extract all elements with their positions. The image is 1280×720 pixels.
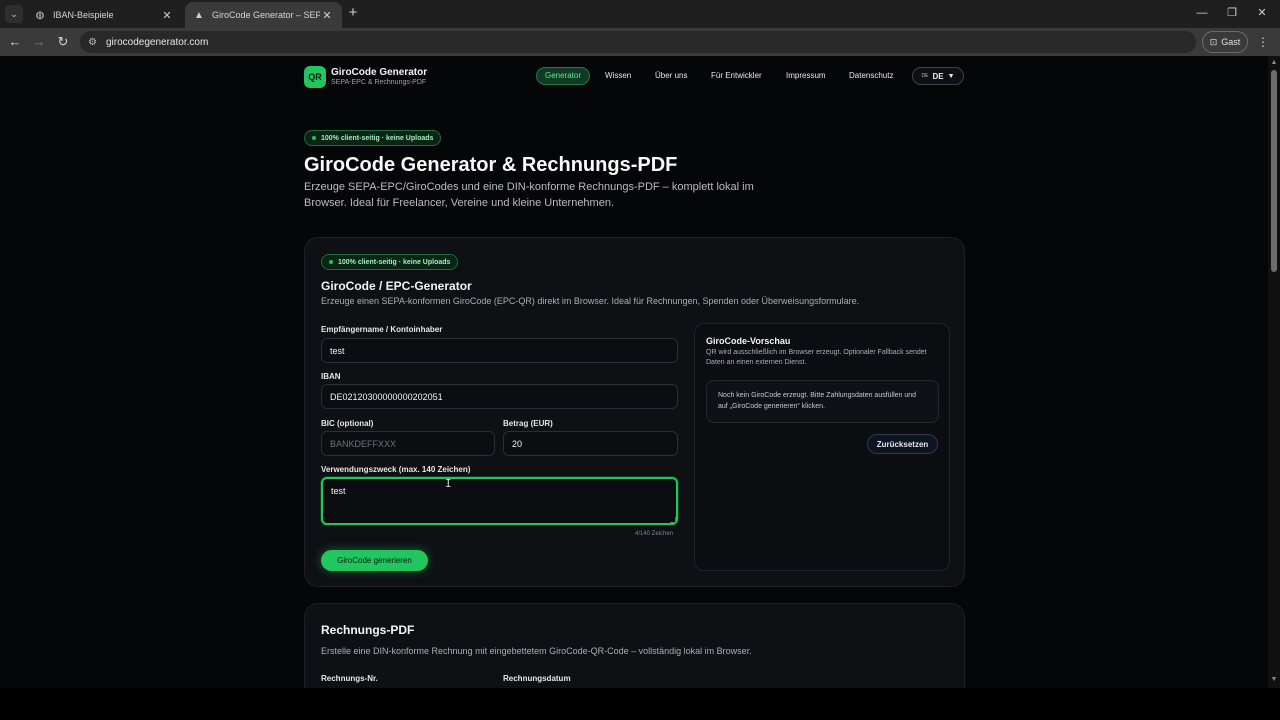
globe-icon: ◍ xyxy=(35,9,45,21)
back-arrow-icon[interactable]: ← xyxy=(6,33,24,51)
nav-impressum[interactable]: Impressum xyxy=(786,67,826,85)
generator-description: Erzeuge einen SEPA-konformen GiroCode (E… xyxy=(321,296,860,306)
nav-generator[interactable]: Generator xyxy=(536,67,591,85)
browser-tab-title: IBAN-Beispiele xyxy=(53,10,114,20)
badge-text: 100% client-seitig · keine Uploads xyxy=(321,134,434,142)
bic-input[interactable] xyxy=(321,431,495,456)
brand-name[interactable]: GiroCode Generator xyxy=(331,67,427,78)
scrollbar-thumb[interactable] xyxy=(1271,70,1277,272)
close-icon[interactable]: ✕ xyxy=(320,9,334,22)
nav-datenschutz[interactable]: Datenschutz xyxy=(849,67,893,85)
text-cursor-icon: I xyxy=(445,477,452,490)
invoice-date-label: Rechnungsdatum xyxy=(503,674,571,683)
caret-down-icon: ▼ xyxy=(947,72,955,80)
girocode-generator-card: 100% client-seitig · keine Uploads GiroC… xyxy=(304,237,965,587)
iban-input[interactable] xyxy=(321,384,678,409)
invoice-title: Rechnungs-PDF xyxy=(321,623,415,637)
window-close-icon[interactable]: ✕ xyxy=(1252,4,1272,22)
triangle-logo-icon: ▲ xyxy=(194,9,204,21)
close-icon[interactable]: ✕ xyxy=(160,9,174,22)
scroll-up-icon[interactable]: ▲ xyxy=(1270,59,1278,66)
invoice-pdf-card: Rechnungs-PDF Erstelle eine DIN-konforme… xyxy=(304,603,965,688)
preview-description: QR wird ausschließlich im Browser erzeug… xyxy=(706,349,927,366)
url-text: girocodegenerator.com xyxy=(106,36,209,48)
minimize-icon[interactable]: — xyxy=(1192,4,1212,22)
restore-icon[interactable]: ❐ xyxy=(1222,4,1242,22)
language-switcher[interactable]: DE DE ▼ xyxy=(912,67,964,85)
reload-icon[interactable]: ↻ xyxy=(54,33,72,51)
browser-tabstrip: ⌄ ◍ IBAN-Beispiele ✕ ▲ GiroCode Generato… xyxy=(0,0,1280,28)
preview-empty-state: Noch kein GiroCode erzeugt. Bitte Zahlun… xyxy=(706,380,939,423)
generate-girocode-button[interactable]: GiroCode generieren xyxy=(321,550,428,571)
language-label: DE xyxy=(932,71,944,81)
brand-logo-qr-icon[interactable]: QR xyxy=(304,66,326,88)
amount-label: Betrag (EUR) xyxy=(503,419,553,428)
forward-arrow-icon[interactable]: → xyxy=(30,33,48,51)
resize-handle-icon[interactable] xyxy=(670,517,676,523)
browser-toolbar: ← → ↻ ⚙ girocodegenerator.com ⊡ Gast ⋮ xyxy=(0,28,1280,56)
brand-subtitle: SEPA-EPC & Rechnungs-PDF xyxy=(331,79,427,86)
client-side-badge: 100% client-seitig · keine Uploads xyxy=(321,254,459,270)
scroll-down-icon[interactable]: ▼ xyxy=(1270,676,1278,683)
bottom-letterbox xyxy=(0,688,1280,720)
recipient-name-input[interactable] xyxy=(321,338,678,363)
profile-button[interactable]: ⊡ Gast xyxy=(1202,31,1248,53)
reset-button[interactable]: Zurücksetzen xyxy=(867,434,938,454)
generator-title: GiroCode / EPC-Generator xyxy=(321,279,472,293)
person-icon: ⊡ xyxy=(1209,36,1218,47)
purpose-label: Verwendungszweck (max. 140 Zeichen) xyxy=(321,465,471,474)
status-dot-icon xyxy=(329,260,333,264)
status-dot-icon xyxy=(312,136,316,140)
nav-ueber-uns[interactable]: Über uns xyxy=(655,67,687,85)
character-counter: 4/140 Zeichen xyxy=(635,531,674,537)
preview-title: GiroCode-Vorschau xyxy=(706,336,791,346)
page-description: Erzeuge SEPA-EPC/GiroCodes und eine DIN-… xyxy=(304,181,754,209)
girocode-preview-panel: GiroCode-Vorschau QR wird ausschließlich… xyxy=(694,323,950,571)
nav-wissen[interactable]: Wissen xyxy=(605,67,631,85)
address-bar[interactable]: ⚙ girocodegenerator.com xyxy=(80,31,1196,53)
invoice-description: Erstelle eine DIN-konforme Rechnung mit … xyxy=(321,646,752,656)
site-info-icon[interactable]: ⚙ xyxy=(88,37,100,48)
page-scrollbar[interactable]: ▲ ▼ xyxy=(1268,56,1280,688)
profile-label: Gast xyxy=(1221,37,1241,47)
site-header: QR GiroCode Generator SEPA-EPC & Rechnun… xyxy=(304,66,966,90)
browser-tab-iban[interactable]: ◍ IBAN-Beispiele ✕ xyxy=(26,2,182,28)
tab-search-icon[interactable]: ⌄ xyxy=(5,5,23,23)
page-title: GiroCode Generator & Rechnungs-PDF xyxy=(304,154,678,176)
name-label: Empfängername / Kontoinhaber xyxy=(321,325,443,334)
new-tab-icon[interactable]: + xyxy=(345,5,361,21)
iban-label: IBAN xyxy=(321,372,341,381)
purpose-textarea[interactable]: test xyxy=(321,477,678,525)
browser-tab-girocode[interactable]: ▲ GiroCode Generator – SEPA-QR ✕ xyxy=(185,2,342,28)
nav-fuer-entwickler[interactable]: Für Entwickler xyxy=(711,67,762,85)
flag-de-icon: DE xyxy=(921,73,929,79)
amount-input[interactable] xyxy=(503,431,678,456)
page-viewport: QR GiroCode Generator SEPA-EPC & Rechnun… xyxy=(0,56,1268,688)
bic-label: BIC (optional) xyxy=(321,419,374,428)
invoice-number-label: Rechnungs-Nr. xyxy=(321,674,378,683)
badge-text: 100% client-seitig · keine Uploads xyxy=(338,258,451,266)
client-side-badge: 100% client-seitig · keine Uploads xyxy=(304,130,442,146)
browser-tab-title: GiroCode Generator – SEPA-QR xyxy=(212,10,320,20)
kebab-menu-icon[interactable]: ⋮ xyxy=(1256,33,1270,51)
